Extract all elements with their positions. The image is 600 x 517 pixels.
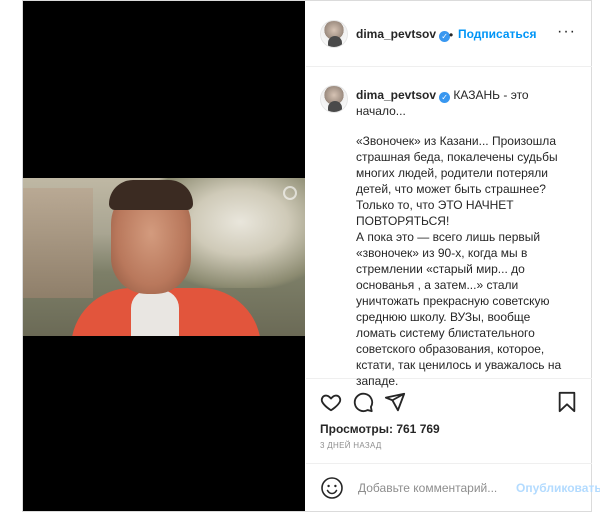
caption-line: Только то, что ЭТО НАЧНЕТ	[356, 198, 514, 212]
video-background-building	[23, 188, 93, 298]
smiley-icon[interactable]	[320, 476, 344, 500]
caption-line: основанья , а затем...» стали	[356, 278, 519, 292]
video-person-hair	[109, 180, 193, 210]
video-person-shirt	[131, 290, 179, 336]
heart-icon[interactable]	[320, 391, 342, 413]
share-icon[interactable]	[384, 391, 406, 413]
caption-line: «Звоночек» из Казани... Произошла	[356, 134, 556, 148]
video-frame[interactable]	[23, 178, 305, 336]
comment-icon[interactable]	[352, 391, 374, 413]
comment-input[interactable]	[358, 478, 502, 498]
caption-line: уничтожать прекрасную советскую	[356, 294, 550, 308]
instagram-post: dima_pevtsov ✓ • Подписаться ··· dima_pev…	[22, 0, 600, 512]
bookmark-icon[interactable]	[556, 391, 578, 413]
video-player[interactable]	[23, 1, 305, 511]
publish-button[interactable]: Опубликовать	[516, 481, 600, 495]
caption-line: «звоночек» из 90-х, когда мы в	[356, 246, 528, 260]
post-header: dima_pevtsov ✓ • Подписаться ···	[306, 1, 592, 67]
caption-area: dima_pevtsov ✓ КАЗАНЬ - это начало... «Зв…	[306, 67, 592, 388]
verified-badge-icon: ✓	[439, 92, 451, 103]
separator-dot: •	[449, 28, 454, 42]
caption-line: ПОВТОРЯТЬСЯ!	[356, 214, 450, 228]
action-bar	[306, 379, 592, 423]
follow-button[interactable]: Подписаться	[458, 27, 536, 41]
views-count[interactable]: Просмотры: 761 769	[320, 422, 440, 436]
video-watermark-icon	[283, 186, 297, 200]
post-sidebar: dima_pevtsov ✓ • Подписаться ··· dima_pev…	[306, 1, 600, 511]
caption-header: dima_pevtsov ✓ КАЗАНЬ - это начало...	[356, 87, 578, 119]
caption-line: кстати, так ценилось и уважалось на	[356, 358, 562, 372]
caption-username[interactable]: dima_pevtsov	[356, 88, 436, 102]
caption-line: А пока это — всего лишь первый	[356, 230, 541, 244]
caption-avatar[interactable]	[320, 85, 348, 113]
caption-line: ломать систему блистательного	[356, 326, 535, 340]
comment-bar: Опубликовать	[306, 463, 600, 511]
post-timestamp[interactable]: 3 дней назад	[320, 441, 382, 450]
avatar[interactable]	[320, 20, 348, 48]
more-options-icon[interactable]: ···	[557, 23, 576, 41]
caption-line: среднюю школу. ВУЗы, вообще	[356, 310, 531, 324]
caption-text: «Звоночек» из Казани... Произошла страшн…	[356, 133, 582, 389]
caption-line: советского образования, которое,	[356, 342, 545, 356]
post-username[interactable]: dima_pevtsov ✓	[356, 27, 451, 42]
caption-line: страшная беда, покалечены судьбы	[356, 150, 558, 164]
username-text[interactable]: dima_pevtsov	[356, 27, 436, 41]
caption-line: стремлении «старый мир... до	[356, 262, 525, 276]
caption-line: многих людей, родители потеряли	[356, 166, 548, 180]
caption-line: детей, что может быть страшнее?	[356, 182, 546, 196]
